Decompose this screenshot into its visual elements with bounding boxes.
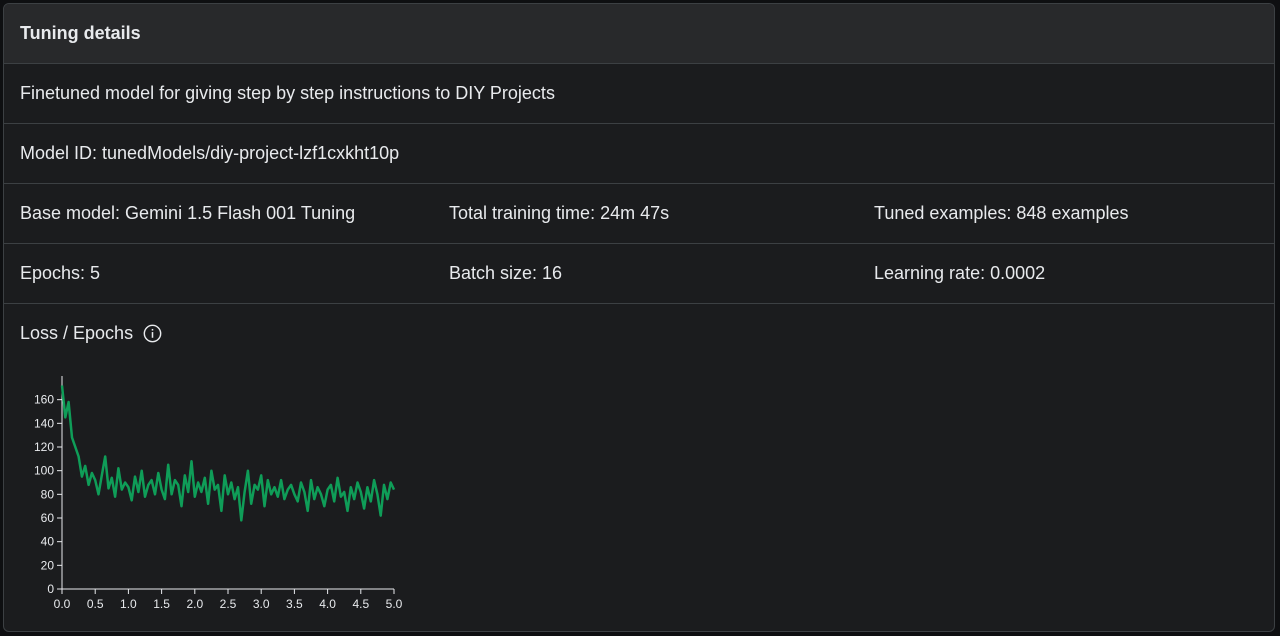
x-tick-label: 2.5 (220, 597, 237, 611)
y-tick-label: 80 (41, 487, 55, 501)
y-tick-label: 20 (41, 558, 55, 572)
loss-line (60, 385, 396, 522)
info-icon[interactable] (143, 324, 162, 343)
loss-chart-section: Loss / Epochs 0.0 0.5 1.0 1.5 2.0 2.5 3.0 3.5 4.… (4, 304, 1274, 612)
chart-title: Loss / Epochs (20, 322, 134, 343)
y-tick-label: 0 (47, 582, 54, 596)
x-tick-label: 0.0 (54, 597, 71, 611)
loss-chart-svg: 0.0 0.5 1.0 1.5 2.0 2.5 3.0 3.5 4.0 4.5 5.0 0 20 40 60… (34, 376, 403, 611)
base-model: Base model: Gemini 1.5 Flash 001 Tuning (20, 203, 356, 223)
x-tick-label: 1.0 (120, 597, 137, 611)
y-tick-label: 40 (41, 535, 55, 549)
x-tick-label: 3.5 (286, 597, 303, 611)
x-tick-label: 4.5 (352, 597, 369, 611)
description-row: Finetuned model for giving step by step … (4, 64, 1274, 124)
stats-row-1: Base model: Gemini 1.5 Flash 001 Tuning … (4, 184, 1274, 244)
model-description: Finetuned model for giving step by step … (20, 83, 555, 103)
x-tick-label: 0.5 (87, 597, 104, 611)
panel-title: Tuning details (20, 23, 141, 43)
x-tick-label: 5.0 (386, 597, 403, 611)
training-time: Total training time: 24m 47s (449, 203, 670, 223)
x-tick-label: 3.0 (253, 597, 270, 611)
x-tick-label: 1.5 (153, 597, 170, 611)
panel-header: Tuning details (4, 4, 1274, 64)
epochs: Epochs: 5 (20, 263, 101, 283)
model-id: Model ID: tunedModels/diy-project-lzf1cx… (20, 143, 400, 163)
y-tick-label: 160 (34, 393, 54, 407)
y-tick-label: 60 (41, 511, 55, 525)
batch-size: Batch size: 16 (449, 263, 563, 283)
tuned-examples: Tuned examples: 848 examples (874, 203, 1129, 223)
learning-rate: Learning rate: 0.0002 (874, 263, 1046, 283)
x-tick-label: 4.0 (319, 597, 336, 611)
y-tick-label: 120 (34, 440, 54, 454)
model-id-row: Model ID: tunedModels/diy-project-lzf1cx… (4, 124, 1274, 184)
x-tick-label: 2.0 (186, 597, 203, 611)
stats-row-2: Epochs: 5 Batch size: 16 Learning rate: … (4, 244, 1274, 304)
y-tick-label: 100 (34, 464, 54, 478)
chart-title-row: Loss / Epochs (20, 304, 1274, 362)
y-tick-label: 140 (34, 416, 54, 430)
loss-chart: 0.0 0.5 1.0 1.5 2.0 2.5 3.0 3.5 4.0 4.5 5.0 0 20 40 60… (22, 366, 422, 621)
tuning-details-panel: Tuning details Finetuned model for givin… (3, 3, 1275, 632)
